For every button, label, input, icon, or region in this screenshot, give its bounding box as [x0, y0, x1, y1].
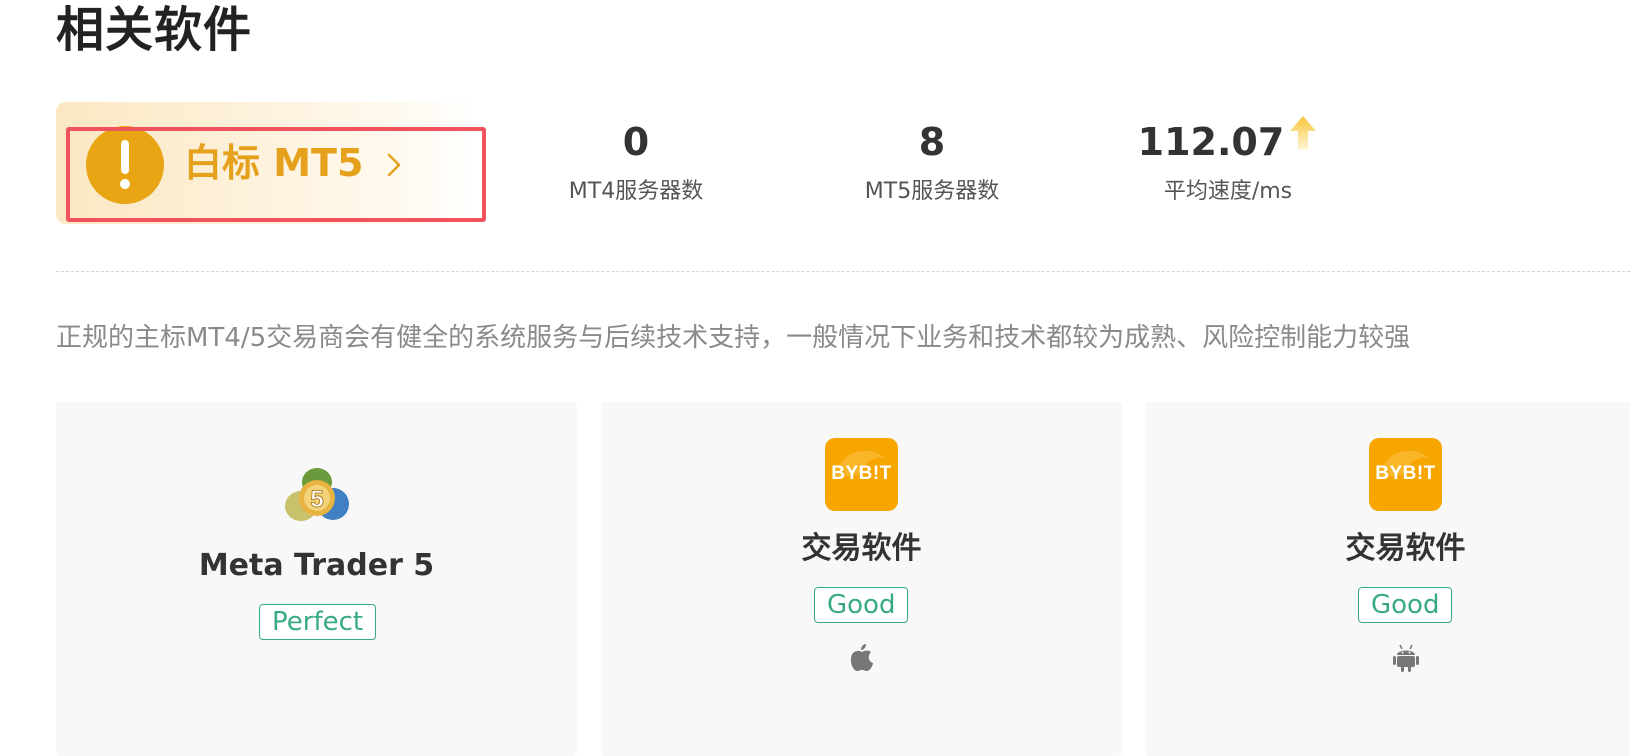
description-text: 正规的主标MT4/5交易商会有健全的系统服务与后续技术支持，一般情况下业务和技术…	[56, 323, 1411, 353]
related-software-section: 相关软件 白标 MT5 0 MT4服务器数 8 MT5服务器数 112.07 平…	[0, 0, 1630, 756]
stat-mt5-servers: 8 MT5服务器数	[832, 118, 1032, 206]
android-icon	[1393, 642, 1419, 676]
stat-label: MT5服务器数	[864, 179, 1000, 204]
svg-text:5: 5	[310, 486, 323, 513]
bybit-logo: BYB!T	[1369, 438, 1442, 511]
section-title: 相关软件	[56, 2, 253, 58]
software-card-bybit-android[interactable]: BYB!T 交易软件 Good	[1145, 402, 1630, 756]
stat-value: 8	[918, 120, 946, 164]
bybit-logo-text: BYB!T	[1375, 463, 1436, 484]
stat-value: 0	[622, 120, 650, 164]
software-card-metatrader5[interactable]: 5 Meta Trader 5 Perfect	[56, 402, 577, 756]
stat-mt4-servers: 0 MT4服务器数	[536, 118, 736, 206]
rating-tag: Good	[1358, 587, 1453, 623]
apple-icon	[849, 642, 875, 676]
metatrader5-logo: 5	[279, 458, 355, 538]
bybit-logo-text: BYB!T	[831, 463, 892, 484]
stat-value-row: 112.07	[1128, 116, 1328, 166]
card-title: 交易软件	[1345, 531, 1466, 566]
software-card-bybit-ios[interactable]: BYB!T 交易软件 Good	[601, 402, 1122, 756]
card-title: 交易软件	[801, 531, 922, 566]
highlight-box	[66, 127, 486, 222]
stats-row: 白标 MT5 0 MT4服务器数 8 MT5服务器数 112.07 平均速度/m…	[56, 102, 1630, 226]
stat-value: 112.07	[1137, 120, 1285, 164]
arrow-up-icon	[1288, 114, 1318, 163]
stat-average-speed: 112.07 平均速度/ms	[1128, 116, 1328, 206]
card-title: Meta Trader 5	[198, 548, 435, 583]
dashed-divider	[56, 271, 1630, 272]
rating-tag: Perfect	[259, 604, 377, 640]
stat-label: MT4服务器数	[568, 179, 704, 204]
rating-tag: Good	[814, 587, 909, 623]
stat-label: 平均速度/ms	[1163, 179, 1293, 204]
bybit-logo: BYB!T	[825, 438, 898, 511]
